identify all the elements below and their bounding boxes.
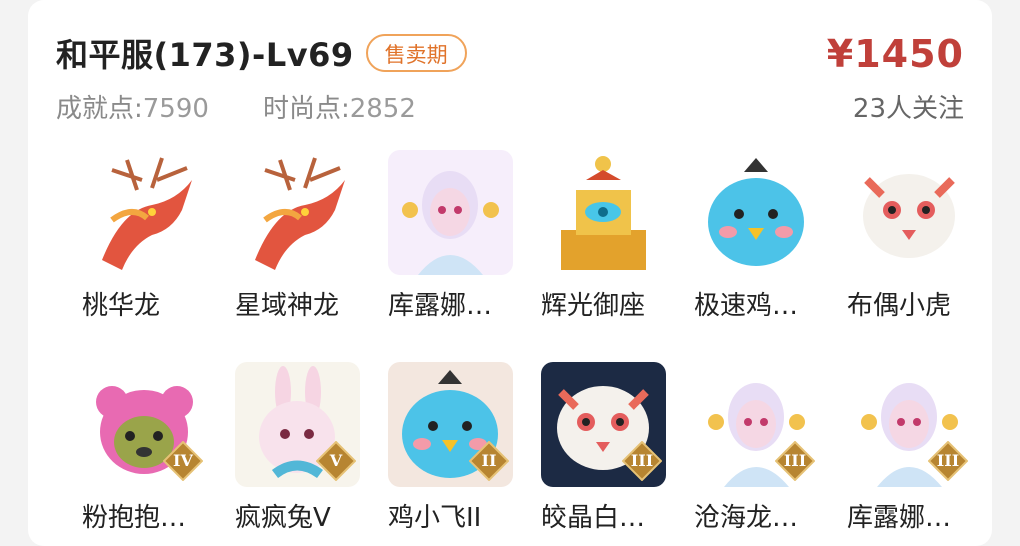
item-name: 鸡小飞II bbox=[388, 503, 482, 533]
title-row: 和平服(173)-Lv69 售卖期 bbox=[56, 30, 467, 76]
tier-badge-label: IV bbox=[173, 451, 193, 470]
tier-badge: IV bbox=[163, 441, 203, 481]
item-name: 疯疯兔V bbox=[235, 503, 331, 533]
item-name: 皎晶白… bbox=[541, 503, 646, 533]
tier-badge: V bbox=[316, 441, 356, 481]
throne-icon bbox=[541, 150, 666, 275]
item-name: 辉光御座 bbox=[541, 291, 646, 321]
character-icon: III bbox=[694, 362, 819, 487]
price: ¥1450 bbox=[826, 32, 964, 76]
tier-badge-label: II bbox=[481, 451, 497, 470]
achievement-stat: 成就点:7590 bbox=[56, 88, 209, 125]
grid-item[interactable]: III 沧海龙… bbox=[694, 362, 819, 534]
fashion-value: 2852 bbox=[349, 94, 416, 124]
grid-item[interactable]: 星域神龙 bbox=[235, 150, 360, 322]
stats-row: 成就点:7590 时尚点:2852 bbox=[56, 88, 470, 125]
grid-item[interactable]: III 皎晶白… bbox=[541, 362, 666, 534]
tier-badge-label: V bbox=[329, 451, 343, 470]
item-grid: 桃华龙 星域神龙 库露娜… 辉光御座 极速鸡… 布偶小虎 IV 粉抱抱… V 疯疯兔V II 鸡小飞I… bbox=[82, 150, 1020, 534]
bear-icon: IV bbox=[82, 362, 207, 487]
dragon-icon bbox=[235, 150, 360, 275]
server-title: 和平服(173)-Lv69 bbox=[56, 36, 354, 74]
tiger-icon bbox=[847, 150, 972, 275]
item-name: 库露娜… bbox=[388, 291, 493, 321]
status-badge: 售卖期 bbox=[365, 34, 467, 72]
tier-badge-label: III bbox=[936, 451, 960, 470]
followers-count: 23人关注 bbox=[852, 94, 964, 124]
tier-badge: II bbox=[469, 441, 509, 481]
grid-item[interactable]: III 库露娜… bbox=[847, 362, 972, 534]
grid-item[interactable]: 桃华龙 bbox=[82, 150, 207, 322]
tier-badge: III bbox=[775, 441, 815, 481]
fashion-stat: 时尚点:2852 bbox=[263, 88, 416, 125]
listing-card[interactable]: 和平服(173)-Lv69 售卖期 成就点:7590 时尚点:2852 ¥145… bbox=[28, 0, 992, 546]
rabbit-icon: V bbox=[235, 362, 360, 487]
grid-item[interactable]: V 疯疯兔V bbox=[235, 362, 360, 534]
dragon-icon bbox=[82, 150, 207, 275]
tier-badge-label: III bbox=[630, 451, 654, 470]
grid-item[interactable]: 辉光御座 bbox=[541, 150, 666, 322]
character-icon bbox=[388, 150, 513, 275]
item-name: 粉抱抱… bbox=[82, 503, 187, 533]
fashion-label: 时尚点: bbox=[262, 94, 350, 124]
achievement-label: 成就点: bbox=[56, 94, 143, 124]
grid-item[interactable]: IV 粉抱抱… bbox=[82, 362, 207, 534]
item-name: 沧海龙… bbox=[694, 503, 799, 533]
grid-item[interactable]: 库露娜… bbox=[388, 150, 513, 322]
tier-badge: III bbox=[928, 441, 968, 481]
item-name: 布偶小虎 bbox=[847, 291, 952, 321]
tiger-icon: III bbox=[541, 362, 666, 487]
tier-badge-label: III bbox=[783, 451, 807, 470]
character-icon: III bbox=[847, 362, 972, 487]
item-name: 库露娜… bbox=[847, 503, 952, 533]
item-name: 星域神龙 bbox=[235, 291, 340, 321]
chick-icon: II bbox=[388, 362, 513, 487]
grid-item[interactable]: 极速鸡… bbox=[694, 150, 819, 322]
item-name: 桃华龙 bbox=[82, 291, 161, 321]
chick-icon bbox=[694, 150, 819, 275]
grid-item[interactable]: 布偶小虎 bbox=[847, 150, 972, 322]
item-name: 极速鸡… bbox=[694, 291, 799, 321]
achievement-value: 7590 bbox=[142, 94, 209, 124]
tier-badge: III bbox=[622, 441, 662, 481]
grid-item[interactable]: II 鸡小飞II bbox=[388, 362, 513, 534]
